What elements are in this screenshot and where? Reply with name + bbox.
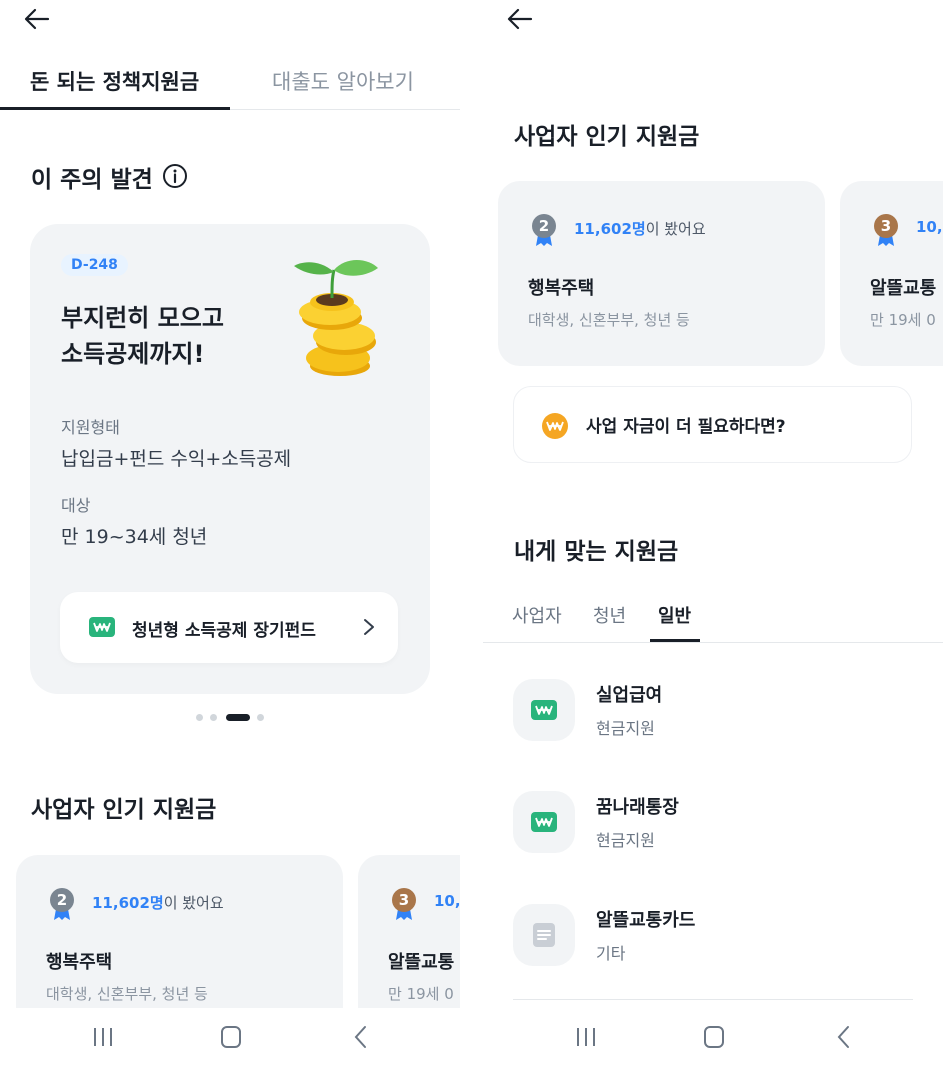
chevron-right-icon xyxy=(362,617,376,637)
document-icon xyxy=(530,921,558,953)
view-count: 11,602명이 봤어요 xyxy=(92,894,224,912)
support-type-value: 납입금+펀드 수익+소득공제 xyxy=(61,448,292,470)
list-item-dream-account[interactable]: 꿈나래통장 현금지원 xyxy=(483,791,943,871)
list-icon-bg xyxy=(513,679,575,741)
headline-line-1: 부지런히 모으고 xyxy=(61,304,224,332)
left-screen: 돈 되는 정책지원금 대출도 알아보기 이 주의 발견 D-248 부지런히 모… xyxy=(0,0,460,1068)
svg-text:2: 2 xyxy=(539,217,549,235)
bronze-medal-icon: 3 xyxy=(872,213,900,247)
list-item-category: 기타 xyxy=(596,944,626,963)
won-coin-icon xyxy=(542,413,568,439)
matching-grants-title: 내게 맞는 지원금 xyxy=(514,539,679,565)
business-fund-label: 사업 자금이 더 필요하다면? xyxy=(586,417,786,437)
tab-general[interactable]: 일반 xyxy=(658,602,691,628)
view-count: 10, xyxy=(434,892,460,910)
target-label: 대상 xyxy=(61,496,91,515)
won-badge-icon xyxy=(531,700,557,720)
back-arrow-icon[interactable] xyxy=(505,4,535,34)
back-arrow-icon[interactable] xyxy=(22,4,52,34)
info-icon[interactable] xyxy=(162,163,188,189)
back-icon[interactable] xyxy=(341,1022,381,1052)
popular-grants-title: 사업자 인기 지원금 xyxy=(514,124,700,150)
back-icon[interactable] xyxy=(824,1022,864,1052)
popular-card-target: 만 19세 0 xyxy=(870,311,936,329)
svg-text:3: 3 xyxy=(881,217,891,235)
popular-card-name: 행복주택 xyxy=(528,278,595,299)
headline-line-2: 소득공제까지! xyxy=(61,340,205,368)
svg-text:2: 2 xyxy=(57,891,67,909)
popular-card-name: 알뜰교통 xyxy=(388,952,455,973)
system-nav-bar xyxy=(0,1008,460,1068)
home-icon[interactable] xyxy=(211,1022,251,1052)
tab-bar: 돈 되는 정책지원금 대출도 알아보기 xyxy=(0,64,460,110)
svg-text:3: 3 xyxy=(399,891,409,909)
tab-active-indicator xyxy=(0,107,230,110)
tab-youth[interactable]: 청년 xyxy=(593,602,626,628)
youth-fund-button-label: 청년형 소득공제 장기펀드 xyxy=(132,621,316,641)
popular-card-name: 행복주택 xyxy=(46,952,113,973)
popular-card-happy-housing[interactable]: 2 11,602명이 봤어요 행복주택 대학생, 신혼부부, 청년 등 xyxy=(498,181,825,366)
tab-active-indicator xyxy=(650,639,700,642)
list-item-transport-card[interactable]: 알뜰교통카드 기타 xyxy=(483,904,943,984)
system-nav-bar xyxy=(483,1008,943,1068)
feature-headline: 부지런히 모으고 소득공제까지! xyxy=(61,300,224,372)
tab-loans[interactable]: 대출도 알아보기 xyxy=(272,66,414,96)
dday-badge: D-248 xyxy=(61,254,128,276)
view-count: 10, xyxy=(916,218,943,236)
silver-medal-icon: 2 xyxy=(530,213,558,247)
list-item-category: 현금지원 xyxy=(596,831,655,850)
youth-fund-button[interactable]: 청년형 소득공제 장기펀드 xyxy=(60,592,398,663)
support-type-label: 지원형태 xyxy=(61,418,120,437)
business-fund-button[interactable]: 사업 자금이 더 필요하다면? xyxy=(513,386,912,463)
list-item-title: 실업급여 xyxy=(596,685,663,706)
tab-business[interactable]: 사업자 xyxy=(512,602,562,628)
home-icon[interactable] xyxy=(694,1022,734,1052)
popular-card-name: 알뜰교통 xyxy=(870,278,937,299)
silver-medal-icon: 2 xyxy=(48,887,76,921)
list-item-title: 알뜰교통카드 xyxy=(596,910,696,931)
list-item-category: 현금지원 xyxy=(596,719,655,738)
carousel-dot xyxy=(196,714,203,721)
view-count: 11,602명이 봤어요 xyxy=(574,220,706,238)
featured-policy-card[interactable]: D-248 부지런히 모으고 소득공제까지! 지원형태 납입금+펀드 수익+소득… xyxy=(30,224,430,694)
popular-grants-title: 사업자 인기 지원금 xyxy=(31,797,217,823)
category-tabs: 사업자 청년 일반 xyxy=(483,596,943,643)
recent-apps-icon[interactable] xyxy=(566,1022,606,1052)
right-screen: 사업자 인기 지원금 2 11,602명이 봤어요 행복주택 대학생, 신혼부부… xyxy=(483,0,943,1068)
list-divider xyxy=(513,999,913,1000)
list-item-title: 꿈나래통장 xyxy=(596,797,679,818)
target-value: 만 19~34세 청년 xyxy=(61,526,208,548)
popular-card-target: 만 19세 0 xyxy=(388,985,454,1003)
list-item-unemployment[interactable]: 실업급여 현금지원 xyxy=(483,679,943,759)
bronze-medal-icon: 3 xyxy=(390,887,418,921)
won-badge-icon xyxy=(531,812,557,832)
list-icon-bg xyxy=(513,904,575,966)
popular-card-target: 대학생, 신혼부부, 청년 등 xyxy=(46,985,208,1003)
carousel-dot-active xyxy=(226,714,250,721)
popular-card-transport[interactable]: 3 10, 알뜰교통 만 19세 0 xyxy=(840,181,943,366)
carousel-dot xyxy=(210,714,217,721)
recent-apps-icon[interactable] xyxy=(83,1022,123,1052)
popular-card-target: 대학생, 신혼부부, 청년 등 xyxy=(528,311,690,329)
won-badge-icon xyxy=(89,617,115,637)
weekly-discovery-title: 이 주의 발견 xyxy=(31,167,153,193)
carousel-dot xyxy=(257,714,264,721)
tab-policy-grants[interactable]: 돈 되는 정책지원금 xyxy=(30,66,199,96)
list-icon-bg xyxy=(513,791,575,853)
coin-sprout-icon xyxy=(288,254,388,379)
